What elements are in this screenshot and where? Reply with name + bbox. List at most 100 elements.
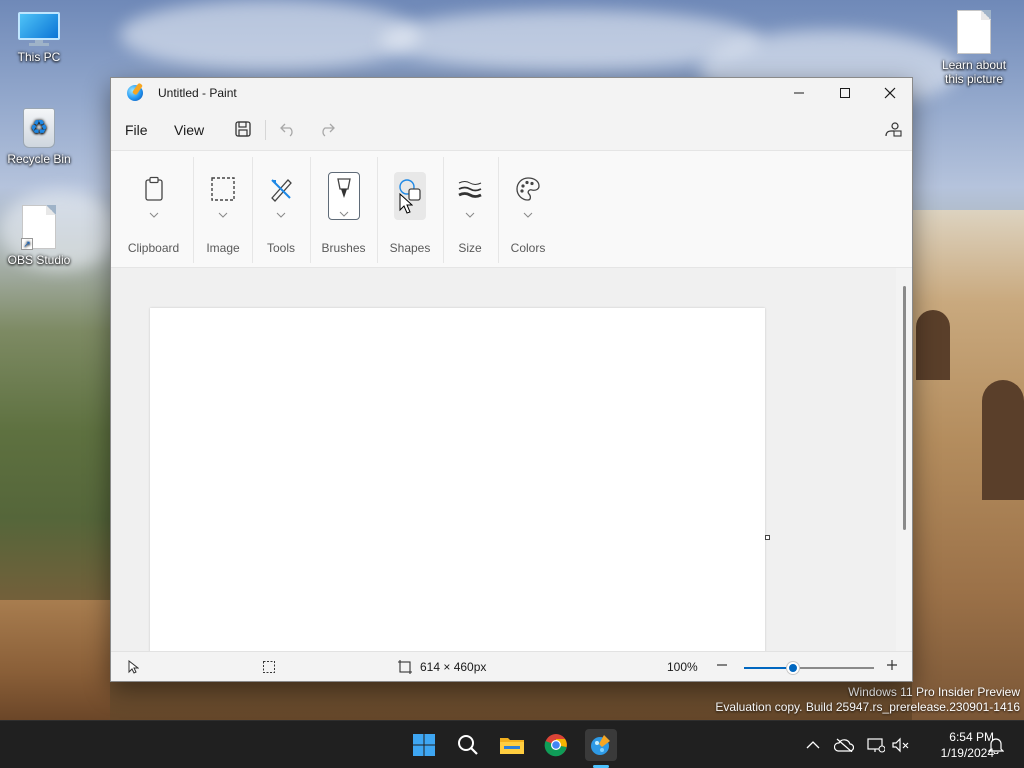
desktop-icon-obs-studio[interactable]: ↗ OBS Studio — [0, 205, 81, 267]
bridge-arch — [916, 310, 950, 380]
brushes-group[interactable]: Brushes — [312, 157, 375, 263]
ribbon-divider — [310, 157, 311, 263]
tools-pencil-icon — [266, 174, 296, 204]
zoom-level[interactable]: 100% — [667, 660, 698, 674]
window-title: Untitled - Paint — [158, 86, 237, 100]
cloud-decoration — [120, 0, 420, 70]
canvas-size-indicator: 614 × 460px — [398, 660, 486, 674]
canvas-size-text: 614 × 460px — [420, 660, 487, 674]
brush-icon — [336, 178, 351, 198]
close-button[interactable] — [867, 78, 912, 108]
desktop-icon-label: Recycle Bin — [7, 152, 71, 166]
shapes-label: Shapes — [389, 241, 431, 255]
minimize-icon — [794, 92, 804, 94]
recycle-bin-icon: ♻ — [23, 108, 55, 148]
bridge-arch — [982, 380, 1024, 500]
minus-icon — [717, 664, 727, 666]
ribbon-divider — [377, 157, 378, 263]
redo-button[interactable] — [316, 118, 338, 140]
this-pc-icon — [18, 12, 60, 46]
chrome-button[interactable] — [540, 729, 572, 761]
vertical-scrollbar[interactable] — [896, 268, 912, 651]
system-clock[interactable]: 6:54 PM 1/19/2024 — [916, 729, 994, 761]
notifications-button[interactable] — [986, 735, 1006, 755]
maximize-icon — [840, 88, 850, 98]
selection-size-indicator — [262, 660, 276, 674]
clipboard-icon — [139, 174, 169, 204]
paint-app-icon — [127, 85, 143, 101]
menu-bar: File View — [111, 110, 912, 150]
chevron-down-icon — [465, 211, 475, 219]
view-menu[interactable]: View — [174, 122, 204, 138]
ribbon-toolbar: Clipboard Image Tools Brushes Shapes Siz… — [111, 150, 912, 268]
ribbon-divider — [443, 157, 444, 263]
volume-muted-icon — [892, 737, 909, 753]
drawing-canvas[interactable] — [150, 308, 765, 668]
mouse-pointer-icon — [399, 193, 413, 214]
volume-button[interactable] — [891, 735, 911, 755]
watermark-line: Evaluation copy. Build 25947.rs_prerelea… — [715, 700, 1020, 714]
tools-group[interactable]: Tools — [254, 157, 308, 263]
search-button[interactable] — [452, 729, 484, 761]
paint-window: Untitled - Paint File View Clipboard Ima… — [110, 77, 913, 682]
chrome-icon — [544, 734, 567, 757]
rock-scenery — [0, 600, 110, 720]
file-menu[interactable]: File — [125, 122, 148, 138]
tools-label: Tools — [266, 241, 295, 255]
paint-taskbar-button[interactable] — [585, 729, 617, 761]
close-icon — [884, 87, 896, 99]
desktop-icon-label: OBS Studio — [7, 253, 71, 267]
maximize-button[interactable] — [822, 78, 868, 108]
size-group[interactable]: Size — [445, 157, 495, 263]
size-label: Size — [458, 241, 482, 255]
chevron-down-icon — [218, 211, 228, 219]
chevron-down-icon — [339, 211, 348, 217]
desktop-icon-label: Learn about this picture — [941, 58, 1007, 86]
zoom-in-button[interactable] — [885, 658, 899, 672]
minimize-button[interactable] — [776, 78, 822, 108]
zoom-slider-fill — [744, 667, 794, 669]
network-button[interactable] — [866, 735, 886, 755]
colors-group[interactable]: Colors — [500, 157, 556, 263]
account-button[interactable] — [882, 118, 904, 140]
color-palette-icon — [513, 174, 543, 204]
onedrive-button[interactable] — [834, 735, 854, 755]
show-hidden-icons-button[interactable] — [803, 735, 823, 755]
ribbon-divider — [498, 157, 499, 263]
scrollbar-thumb[interactable] — [903, 286, 906, 530]
ribbon-divider — [193, 157, 194, 263]
file-explorer-icon — [500, 738, 524, 754]
pointer-icon — [128, 660, 139, 674]
redo-icon — [322, 123, 335, 137]
canvas-resize-handle[interactable] — [765, 535, 770, 540]
undo-icon — [280, 123, 293, 137]
windows-watermark: Windows 11 Pro Insider Preview Evaluatio… — [715, 685, 1020, 715]
undo-button[interactable] — [277, 118, 299, 140]
ribbon-divider — [252, 157, 253, 263]
chevron-down-icon — [149, 211, 159, 219]
status-bar: 614 × 460px 100% — [111, 651, 912, 681]
chevron-down-icon — [276, 211, 286, 219]
canvas-workspace — [111, 268, 896, 668]
search-icon — [458, 735, 478, 755]
desktop-icon-this-pc[interactable]: This PC — [0, 12, 81, 64]
canvas-size-icon — [398, 660, 412, 674]
title-bar[interactable]: Untitled - Paint — [111, 78, 912, 110]
zoom-slider[interactable] — [744, 662, 874, 674]
document-icon — [957, 10, 991, 54]
obs-studio-shortcut-icon: ↗ — [21, 205, 56, 250]
image-group[interactable]: Image — [195, 157, 251, 263]
start-button[interactable] — [408, 729, 440, 761]
shortcut-arrow-icon: ↗ — [21, 238, 33, 250]
network-icon — [867, 738, 885, 753]
brushes-button[interactable] — [327, 172, 360, 220]
stroke-size-icon — [455, 174, 485, 204]
desktop-icon-recycle-bin[interactable]: ♻ Recycle Bin — [0, 108, 81, 166]
desktop-icon-learn-about-picture[interactable]: Learn about this picture — [932, 10, 1016, 86]
zoom-out-button[interactable] — [715, 658, 729, 672]
clipboard-group[interactable]: Clipboard — [121, 157, 186, 263]
file-explorer-button[interactable] — [496, 729, 528, 761]
zoom-slider-thumb[interactable] — [787, 662, 800, 674]
save-button[interactable] — [232, 118, 254, 140]
start-icon — [413, 734, 435, 756]
